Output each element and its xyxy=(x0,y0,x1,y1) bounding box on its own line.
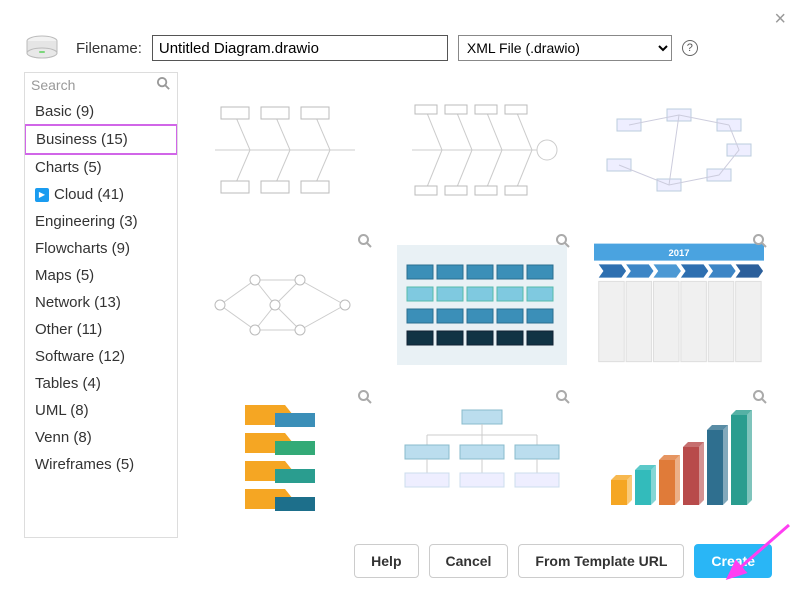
template-preview xyxy=(200,240,370,370)
category-label: Venn (8) xyxy=(35,429,92,446)
category-label: Cloud (41) xyxy=(54,186,124,203)
zoom-icon[interactable] xyxy=(752,389,768,410)
zoom-icon[interactable] xyxy=(555,233,571,254)
category-item[interactable]: Wireframes (5) xyxy=(25,451,177,478)
filename-input[interactable] xyxy=(152,35,448,61)
dialog-body: Basic (9) Business (15) Charts (5) ▶ Cloud (… xyxy=(0,72,800,538)
category-list: Basic (9) Business (15) Charts (5) ▶ Cloud (… xyxy=(25,98,177,537)
category-item[interactable]: Software (12) xyxy=(25,343,177,370)
close-button[interactable]: × xyxy=(774,8,786,31)
template-thumbnail[interactable] xyxy=(383,383,580,538)
dialog-footer: Help Cancel From Template URL Create xyxy=(0,538,800,578)
category-label: Charts (5) xyxy=(35,159,102,176)
category-item[interactable]: Business (15) xyxy=(25,124,177,155)
category-item[interactable]: Venn (8) xyxy=(25,424,177,451)
template-thumbnail[interactable] xyxy=(186,72,383,227)
filename-label: Filename: xyxy=(76,40,142,57)
search-wrap xyxy=(25,73,177,98)
category-label: Maps (5) xyxy=(35,267,94,284)
category-item[interactable]: Flowcharts (9) xyxy=(25,235,177,262)
zoom-icon[interactable] xyxy=(357,389,373,410)
category-item[interactable]: Engineering (3) xyxy=(25,208,177,235)
template-preview: 2017 xyxy=(594,240,764,370)
template-preview xyxy=(594,395,764,525)
category-item[interactable]: Network (13) xyxy=(25,289,177,316)
template-thumbnail[interactable] xyxy=(383,72,580,227)
template-thumbnail[interactable] xyxy=(186,383,383,538)
category-item[interactable]: Maps (5) xyxy=(25,262,177,289)
category-item[interactable]: Basic (9) xyxy=(25,98,177,125)
template-preview xyxy=(200,395,370,525)
template-preview xyxy=(594,85,764,215)
search-icon[interactable] xyxy=(156,76,171,95)
category-label: Flowcharts (9) xyxy=(35,240,130,257)
help-button[interactable]: Help xyxy=(354,544,418,578)
category-item[interactable]: Tables (4) xyxy=(25,370,177,397)
template-gallery: 2017 xyxy=(178,72,778,538)
template-preview xyxy=(397,240,567,370)
disk-icon xyxy=(24,34,60,62)
template-thumbnail[interactable] xyxy=(383,227,580,382)
category-item[interactable]: UML (8) xyxy=(25,397,177,424)
category-label: Other (11) xyxy=(35,321,102,338)
zoom-icon[interactable] xyxy=(752,233,768,254)
template-preview xyxy=(200,85,370,215)
help-icon[interactable]: ? xyxy=(682,40,698,56)
template-thumbnail[interactable] xyxy=(581,383,778,538)
dialog-header: Filename: XML File (.drawio) ? xyxy=(0,0,800,72)
category-item[interactable]: Other (11) xyxy=(25,316,177,343)
create-button[interactable]: Create xyxy=(694,544,772,578)
category-sidebar: Basic (9) Business (15) Charts (5) ▶ Cloud (… xyxy=(24,72,178,538)
category-label: Network (13) xyxy=(35,294,121,311)
svg-text:2017: 2017 xyxy=(669,248,690,259)
expand-icon: ▶ xyxy=(35,188,49,202)
category-label: Basic (9) xyxy=(35,103,94,120)
template-preview xyxy=(397,85,567,215)
template-preview xyxy=(397,395,567,525)
category-item[interactable]: ▶ Cloud (41) xyxy=(25,181,177,208)
template-thumbnail[interactable] xyxy=(581,72,778,227)
zoom-icon[interactable] xyxy=(357,233,373,254)
template-thumbnail[interactable] xyxy=(186,227,383,382)
search-input[interactable] xyxy=(31,77,151,93)
template-thumbnail[interactable]: 2017 xyxy=(581,227,778,382)
from-template-url-button[interactable]: From Template URL xyxy=(518,544,684,578)
zoom-icon[interactable] xyxy=(555,389,571,410)
category-label: Engineering (3) xyxy=(35,213,138,230)
cancel-button[interactable]: Cancel xyxy=(429,544,509,578)
category-label: Wireframes (5) xyxy=(35,456,134,473)
category-label: UML (8) xyxy=(35,402,89,419)
category-label: Business (15) xyxy=(36,131,128,148)
category-label: Software (12) xyxy=(35,348,125,365)
file-format-select[interactable]: XML File (.drawio) xyxy=(458,35,672,61)
category-label: Tables (4) xyxy=(35,375,101,392)
category-item[interactable]: Charts (5) xyxy=(25,154,177,181)
